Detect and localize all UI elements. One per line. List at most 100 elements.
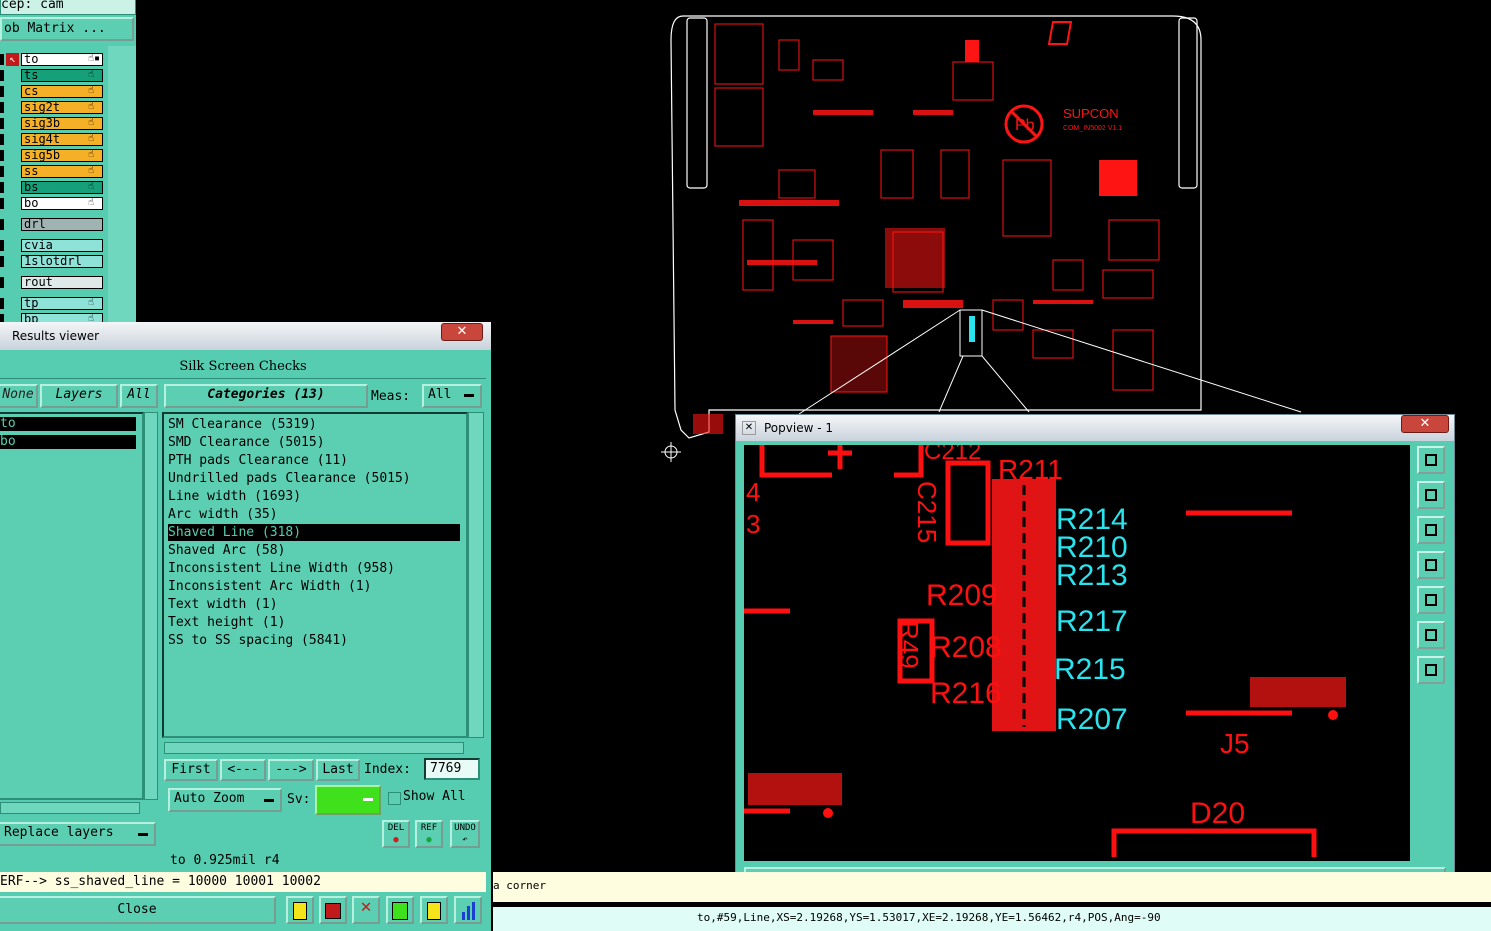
category-item[interactable]: Line width (1693) <box>168 488 301 505</box>
layer-checkbox[interactable] <box>0 134 4 145</box>
layer-row-bs[interactable]: bs ☝ <box>0 181 108 194</box>
layer-row-drl[interactable]: drl <box>0 218 108 231</box>
layer-checkbox[interactable] <box>0 86 4 97</box>
layer-row-ss[interactable]: ss ☝ <box>0 165 108 178</box>
layer-checkbox[interactable] <box>0 70 4 81</box>
sv-color-dropdown[interactable] <box>315 785 381 815</box>
layers-none-button[interactable]: None <box>0 384 38 408</box>
category-item[interactable]: Text height (1) <box>168 614 285 631</box>
job-matrix-button[interactable]: ob Matrix ... <box>0 17 134 41</box>
layer-affected-icon[interactable]: ☝ <box>88 117 106 128</box>
pan-left-icon[interactable] <box>1417 551 1445 579</box>
layer-list-vscroll[interactable] <box>144 412 158 800</box>
layer-checkbox[interactable] <box>0 277 4 288</box>
layers-all-button[interactable]: All <box>120 384 158 408</box>
notes-icon[interactable] <box>420 896 448 924</box>
layer-row-1slotdrl[interactable]: 1slotdrl <box>0 255 108 268</box>
categories-tab[interactable]: Categories (13) <box>164 384 368 408</box>
layer-row-ts[interactable]: ts ☝ <box>0 69 108 82</box>
categories-list[interactable]: SM Clearance (5319) SMD Clearance (5015) P… <box>162 412 468 738</box>
category-item[interactable]: Shaved Arc (58) <box>168 542 285 559</box>
auto-zoom-dropdown[interactable]: Auto Zoom <box>168 788 282 812</box>
category-item[interactable]: Shaved Line (318) <box>168 524 460 541</box>
next-button[interactable]: ---> <box>268 759 314 781</box>
layer-row-sig5b[interactable]: sig5b ☝ <box>0 149 108 162</box>
meas-dropdown[interactable]: All <box>422 384 482 408</box>
index-input[interactable]: 7769 <box>424 758 480 780</box>
layer-result-list[interactable]: to bo <box>0 412 144 800</box>
layer-scrollbar[interactable] <box>108 46 136 322</box>
layer-affected-icon[interactable]: ☝▪ <box>88 53 106 64</box>
popview-close-x[interactable]: ✕ <box>1401 415 1449 433</box>
layer-row-rout[interactable]: rout <box>0 276 108 289</box>
layer-row-sig3b[interactable]: sig3b ☝ <box>0 117 108 130</box>
category-item[interactable]: SS to SS spacing (5841) <box>168 632 348 649</box>
layer-name[interactable]: 1slotdrl <box>21 255 103 268</box>
results-close-button[interactable]: Close <box>0 896 276 924</box>
layer-affected-icon[interactable]: ☝ <box>88 181 106 192</box>
layer-affected-icon[interactable]: ☝ <box>88 297 106 308</box>
last-button[interactable]: Last <box>316 759 360 781</box>
first-button[interactable]: First <box>164 759 218 781</box>
category-item[interactable]: SM Clearance (5319) <box>168 416 317 433</box>
hazard-icon[interactable] <box>286 896 314 924</box>
layer-row-tp[interactable]: tp ☝ <box>0 297 108 310</box>
categories-hscroll[interactable] <box>164 742 464 754</box>
category-item[interactable]: Arc width (35) <box>168 506 278 523</box>
zoom-out-icon[interactable] <box>1417 656 1445 684</box>
layer-row-cs[interactable]: cs ☝ <box>0 85 108 98</box>
zoom-in-icon[interactable] <box>1417 621 1445 649</box>
replace-layers-dropdown[interactable]: Replace layers <box>0 822 156 846</box>
show-all-checkbox[interactable] <box>388 792 401 805</box>
layer-affected-icon[interactable]: ☝ <box>88 85 106 96</box>
layer-checkbox[interactable] <box>0 256 4 267</box>
results-viewer-close-x[interactable]: ✕ <box>441 323 483 341</box>
category-item[interactable]: SMD Clearance (5015) <box>168 434 325 451</box>
category-item[interactable]: Undrilled pads Clearance (5015) <box>168 470 411 487</box>
layers-tab[interactable]: Layers <box>40 384 118 408</box>
undo-button[interactable]: UNDO ↶ <box>450 820 480 848</box>
layer-row-cvia[interactable]: cvia <box>0 239 108 252</box>
ref-button[interactable]: REF ● <box>415 820 443 848</box>
results-viewer-titlebar[interactable]: Results viewer ✕ <box>0 322 491 350</box>
layer-row-to[interactable]: to ☝▪ ↖ <box>0 53 108 66</box>
pan-right-icon[interactable] <box>1417 586 1445 614</box>
popview-titlebar[interactable]: ✕ Popview - 1 <box>736 415 1454 441</box>
layer-checkbox[interactable] <box>0 182 4 193</box>
categories-vscroll[interactable] <box>468 412 484 738</box>
layer-checkbox[interactable] <box>0 298 4 309</box>
pan-down-icon[interactable] <box>1417 516 1445 544</box>
layer-affected-icon[interactable]: ☝ <box>88 69 106 80</box>
category-item[interactable]: Inconsistent Arc Width (1) <box>168 578 372 595</box>
layer-name[interactable]: drl <box>21 218 103 231</box>
layer-affected-icon[interactable]: ☝ <box>88 149 106 160</box>
layer-checkbox[interactable] <box>0 102 4 113</box>
layer-name[interactable]: cvia <box>21 239 103 252</box>
report-icon[interactable] <box>319 896 347 924</box>
layer-list-hscroll[interactable] <box>0 802 140 814</box>
layer-affected-icon[interactable]: ☝ <box>88 133 106 144</box>
layer-affected-icon[interactable]: ☝ <box>88 165 106 176</box>
layer-checkbox[interactable] <box>0 198 4 209</box>
layer-row-bo[interactable]: bo ☝ <box>0 197 108 210</box>
category-item[interactable]: PTH pads Clearance (11) <box>168 452 348 469</box>
popview-canvas[interactable]: C212 R211 C215 4 3 R214 R210 R213 R209 R… <box>744 445 1410 861</box>
layer-checkbox[interactable] <box>0 166 4 177</box>
layer-result-item[interactable]: to <box>0 417 136 431</box>
category-item[interactable]: Text width (1) <box>168 596 278 613</box>
clear-marks-icon[interactable]: ✕ <box>352 896 380 924</box>
histogram-icon[interactable] <box>454 896 482 924</box>
layer-result-item[interactable]: bo <box>0 435 136 449</box>
layer-affected-icon[interactable]: ☝ <box>88 197 106 208</box>
prev-button[interactable]: <--- <box>220 759 266 781</box>
del-button[interactable]: DEL ● <box>382 820 410 848</box>
zoom-window-icon[interactable] <box>1417 446 1445 474</box>
layer-affected-icon[interactable]: ☝ <box>88 101 106 112</box>
pan-up-icon[interactable] <box>1417 481 1445 509</box>
layer-checkbox[interactable] <box>0 150 4 161</box>
category-item[interactable]: Inconsistent Line Width (958) <box>168 560 395 577</box>
layer-row-sig4t[interactable]: sig4t ☝ <box>0 133 108 146</box>
layer-checkbox[interactable] <box>0 54 4 65</box>
layer-row-sig2t[interactable]: sig2t ☝ <box>0 101 108 114</box>
layer-checkbox[interactable] <box>0 240 4 251</box>
